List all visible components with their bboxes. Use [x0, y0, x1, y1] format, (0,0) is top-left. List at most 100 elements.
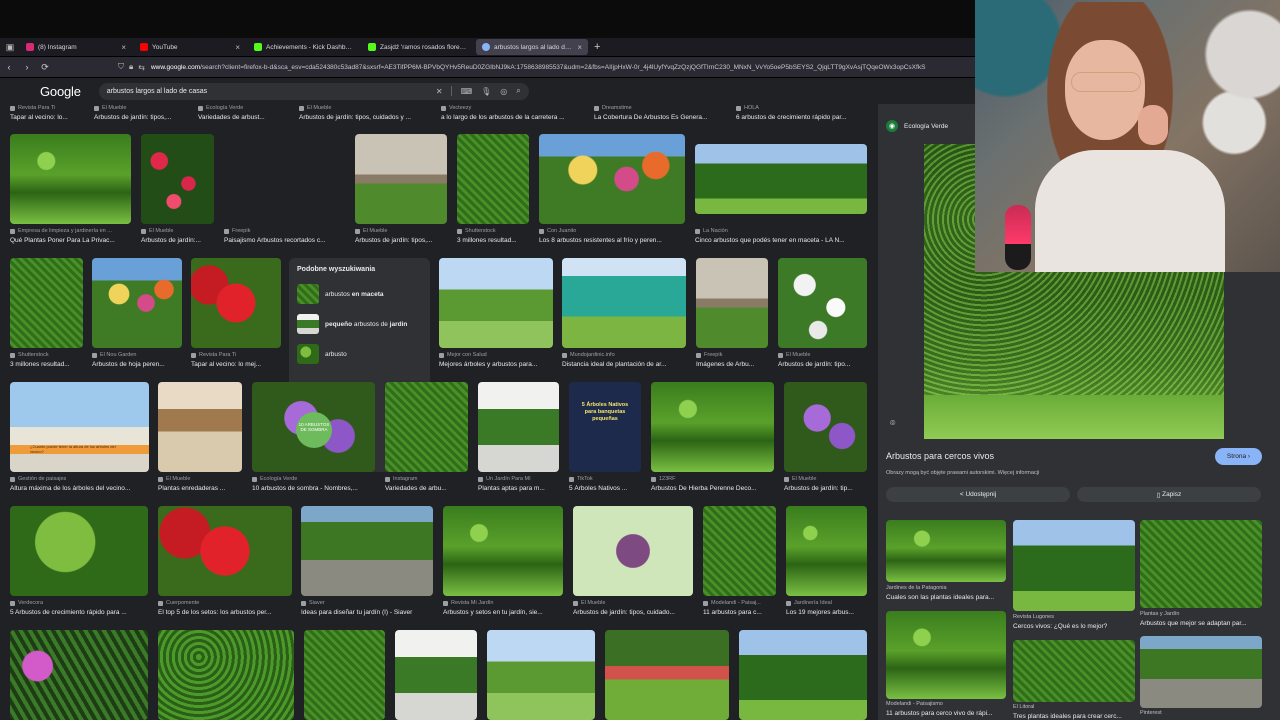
result-title[interactable]: Arbustos de jardín: tipos, cuidado... [573, 609, 693, 616]
preview-title[interactable]: Arbustos para cercos vivos [886, 451, 994, 461]
google-logo[interactable]: Google [40, 84, 81, 99]
result-image[interactable] [10, 630, 148, 720]
result-image[interactable] [10, 258, 83, 348]
result-title[interactable]: Qué Plantas Poner Para La Privac... [10, 237, 131, 244]
result-image[interactable] [304, 630, 385, 720]
shield-icon[interactable]: ⛉ [118, 62, 124, 72]
result-image[interactable] [224, 134, 345, 224]
close-tab-icon[interactable]: × [121, 43, 126, 52]
related-image[interactable] [1140, 636, 1262, 708]
result-title[interactable]: Altura máxima de los árboles del vecino.… [10, 485, 149, 492]
arrow-right-icon[interactable]: › [18, 57, 36, 77]
result-title[interactable]: Arbustos de jardín: tipos,... [94, 114, 184, 121]
related-image[interactable] [886, 611, 1006, 699]
result-title[interactable]: Distancia ideal de plantación de ar... [562, 361, 686, 368]
save-button[interactable]: ▯ Zapisz [1077, 487, 1261, 502]
result-title[interactable]: 3 millones resultad... [457, 237, 529, 244]
permissions-icon[interactable]: ⇆ [138, 63, 145, 72]
result-title[interactable]: 10 arbustos de sombra - Nombres,... [252, 485, 375, 492]
result-image[interactable] [703, 506, 776, 596]
result-title[interactable]: Los 19 mejores arbus... [786, 609, 867, 616]
search-icon[interactable]: ⌕ [516, 86, 520, 96]
result-image[interactable] [478, 382, 559, 472]
related-image[interactable] [1013, 520, 1135, 611]
result-title[interactable]: Variedades de arbu... [385, 485, 468, 492]
preview-source[interactable]: ◉ Ecología Verde [886, 120, 948, 132]
result-title[interactable]: Imágenes de Arbu... [696, 361, 768, 368]
result-title[interactable]: 11 arbustos para c... [703, 609, 776, 616]
result-title[interactable]: Arbustos de hoja peren... [92, 361, 182, 368]
result-title[interactable]: Mejores árboles y arbustos para... [439, 361, 553, 368]
lens-icon[interactable]: ◎ [500, 87, 507, 96]
result-image[interactable] [158, 506, 292, 596]
result-image[interactable]: 10 ARBUSTOS DE SOMBRA [252, 382, 375, 472]
result-title[interactable]: Ideas para diseñar tu jardín (I) - Siave… [301, 609, 433, 616]
result-title[interactable]: 5 Árboles Nativos ... [569, 485, 641, 492]
result-image[interactable] [10, 134, 131, 224]
related-image[interactable] [1140, 520, 1262, 608]
result-image[interactable] [784, 382, 867, 472]
result-title[interactable]: 6 arbustos de crecimiento rápido par... [736, 114, 871, 121]
result-image[interactable] [355, 134, 447, 224]
result-title[interactable]: Tapar al vecino: lo... [10, 114, 90, 121]
tab-kick-search[interactable]: Zasjdź 'ramos rosados flores' e [362, 39, 474, 55]
related-image-title[interactable]: Cercos vivos: ¿Qué es lo mejor? [1013, 623, 1135, 630]
result-title[interactable]: El top 5 de los setos: los arbustos per.… [158, 609, 292, 616]
tab-list-icon[interactable]: ▣ [0, 38, 20, 56]
tab-google-search[interactable]: arbustos largos al lado de casa × [476, 39, 588, 55]
result-image[interactable] [573, 506, 693, 596]
related-search-item[interactable]: pequeño arbustos de jardin [297, 313, 430, 335]
result-image[interactable] [92, 258, 182, 348]
related-image-title[interactable]: Tres plantas ideales para crear cerc... [1013, 713, 1135, 720]
close-tab-icon[interactable]: × [577, 43, 582, 52]
result-title[interactable]: Plantas enredaderas ... [158, 485, 242, 492]
result-title[interactable]: 5 Arbustos de crecimiento rápido para ..… [10, 609, 148, 616]
result-image[interactable] [191, 258, 281, 348]
related-image[interactable] [1013, 640, 1135, 702]
result-image[interactable] [443, 506, 563, 596]
related-image-title[interactable]: Arbustos que mejor se adaptan par... [1140, 620, 1262, 627]
tab-instagram[interactable]: (8) Instagram × [20, 39, 132, 55]
share-button[interactable]: < Udostępnij [886, 487, 1070, 502]
result-title[interactable]: La Cobertura De Arbustos Es Genera... [594, 114, 724, 121]
visit-button[interactable]: Strona › [1215, 448, 1262, 465]
result-image[interactable] [158, 630, 294, 720]
result-image[interactable] [10, 506, 148, 596]
keyboard-icon[interactable]: ⌨ [461, 87, 473, 96]
related-search-item[interactable]: arbusto [297, 343, 430, 365]
result-image[interactable] [141, 134, 214, 224]
close-icon[interactable]: ✕ [436, 87, 443, 96]
result-image[interactable] [696, 258, 768, 348]
result-title[interactable]: 3 millones resultad... [10, 361, 83, 368]
result-image[interactable] [651, 382, 774, 472]
result-title[interactable]: Arbustos De Hierba Perenne Deco... [651, 485, 774, 492]
result-title[interactable]: Arbustos de jardín: tipos,... [355, 237, 447, 244]
mic-icon[interactable]: 🎙︎ [481, 87, 491, 96]
result-title[interactable]: Arbustos de jardín:... [141, 237, 214, 244]
search-box[interactable]: arbustos largos al lado de casas ✕ ⌨ 🎙︎ … [98, 82, 529, 100]
lens-icon[interactable]: ⌾ [890, 418, 895, 429]
related-image-title[interactable]: Cuales son las plantas ideales para... [886, 594, 1006, 601]
result-title[interactable]: Plantas aptas para m... [478, 485, 559, 492]
new-tab-icon[interactable]: + [594, 41, 600, 53]
result-image[interactable] [695, 144, 867, 214]
result-image[interactable]: ¿Cuanto puede tener la altura de los árb… [10, 382, 149, 472]
result-image[interactable] [605, 630, 729, 720]
result-image[interactable]: 5 Árboles Nativos para banquetas pequeña… [569, 382, 641, 472]
result-title[interactable]: Arbustos de jardín: tip... [784, 485, 867, 492]
result-title[interactable]: Cinco arbustos que podés tener en maceta… [695, 237, 867, 244]
result-image[interactable] [457, 134, 529, 224]
result-title[interactable]: Arbustos de jardín: tipo... [778, 361, 867, 368]
result-title[interactable]: a lo largo de los arbustos de la carrete… [441, 114, 586, 121]
tab-youtube[interactable]: YouTube × [134, 39, 246, 55]
result-title[interactable]: Los 8 arbustos resistentes al frío y per… [539, 237, 685, 244]
address-bar[interactable]: www.google.com/search?client=firefox-b-d… [151, 64, 975, 71]
result-image[interactable] [158, 382, 242, 472]
tab-kick-dashboard[interactable]: Achievements - Kick Dashboard [248, 39, 360, 55]
result-image[interactable] [786, 506, 867, 596]
search-input[interactable]: arbustos largos al lado de casas [107, 88, 427, 95]
related-image[interactable] [886, 520, 1006, 582]
result-image[interactable] [778, 258, 867, 348]
result-image[interactable] [301, 506, 433, 596]
result-image[interactable] [395, 630, 477, 720]
